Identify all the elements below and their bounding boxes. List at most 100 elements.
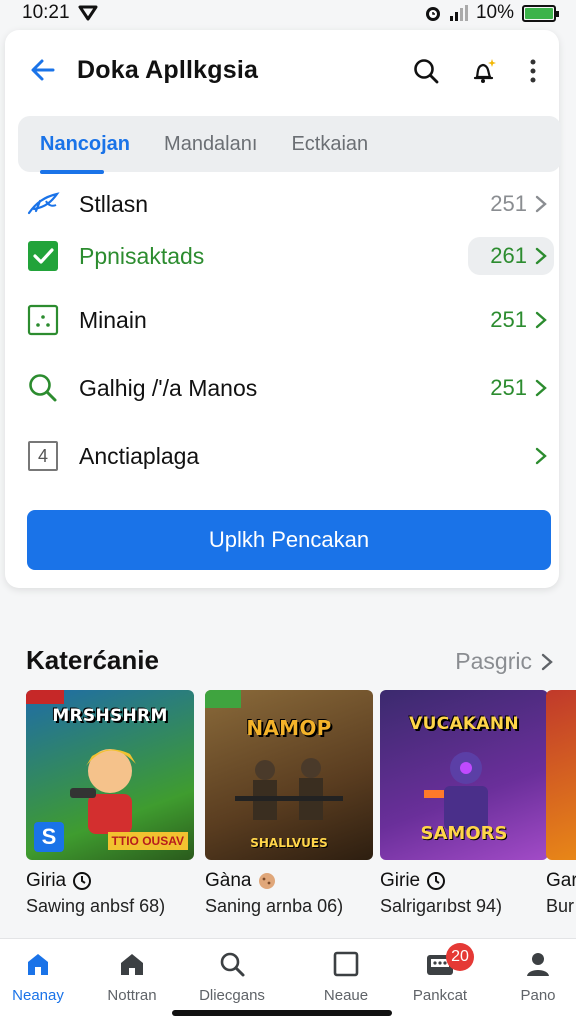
game-title: Gàna [205, 870, 252, 891]
number-box-icon: 4 [23, 436, 63, 476]
nav-item-neaue[interactable]: Neaue [298, 947, 394, 1004]
game-title-row: Gar [546, 870, 576, 892]
home-filled-icon [28, 954, 48, 975]
notification-button[interactable] [455, 54, 513, 88]
section-title: Katerćanie [26, 645, 159, 675]
chevron-right-icon [535, 247, 547, 265]
dotted-square-icon [23, 300, 63, 340]
nav-label: Neaue [323, 987, 369, 1004]
chevron-right-icon [541, 653, 553, 670]
status-time: 10:21 [22, 2, 70, 23]
tab-ectkaian[interactable]: Ectkaian [291, 116, 368, 172]
battery-icon [522, 4, 559, 22]
cookie-icon [259, 873, 276, 889]
game-title-row: Giria [26, 870, 194, 892]
list-item-label: Stllasn [79, 190, 149, 217]
thumb-title: NAMOP [246, 716, 332, 740]
tab-mandalani[interactable]: Mandalanı [164, 116, 257, 172]
thumb-tag: TTIO OUSAV [107, 832, 188, 850]
list-item-label: Galhig /'/a Manos [79, 374, 258, 401]
nav-item-pano[interactable]: Pano [490, 947, 576, 1004]
primary-action-button[interactable]: Uplkh Pencakan [27, 510, 551, 570]
tab-bar: Nancojan Mandalanı Ectkaian [18, 116, 561, 174]
page-title: Doka Apllkgsia [77, 56, 259, 84]
signal-icon [449, 5, 468, 21]
chevron-right-icon [535, 311, 547, 329]
person-icon [527, 953, 549, 976]
game-card[interactable]: Gar Bur [546, 690, 576, 917]
game-thumbnail[interactable]: VUCAKANN SAMORS [380, 690, 548, 860]
nav-item-nottran[interactable]: Nottran [84, 947, 180, 1004]
nav-label: Dliecgans [199, 987, 265, 1004]
game-card[interactable]: VUCAKANN SAMORS Girie Salrigarıbst 94) [380, 690, 548, 917]
nav-label: Neanay [12, 987, 64, 1004]
status-left: 10:21 [22, 2, 98, 24]
search-button[interactable] [397, 54, 455, 88]
tab-nancojan[interactable]: Nancojan [40, 116, 130, 174]
game-title: Giria [26, 870, 67, 891]
alarm-icon [425, 7, 440, 21]
game-card[interactable]: NAMOP SHALLVUES Gàna Saning arnba 06) [205, 690, 373, 917]
more-vert-icon [530, 59, 536, 83]
clock-icon [73, 872, 92, 890]
thumb-tag: SHALLVUES [250, 836, 328, 850]
thumb-title: VUCAKANN [409, 714, 519, 734]
status-right: 10% [424, 2, 559, 24]
list-item-label: Anctiaplaga [79, 442, 200, 469]
list-item-label: Ppnisaktads [79, 242, 205, 269]
square-icon [333, 951, 359, 977]
game-thumbnail[interactable]: MRSHSHRM S TTIO OUSAV [26, 690, 194, 860]
list-item-count: 261 [490, 243, 527, 268]
character-art [70, 749, 136, 834]
soldiers-art [235, 758, 343, 820]
nav-item-pankcat[interactable]: 20 Pankcat [392, 943, 488, 1004]
list-item[interactable]: Galhig /'/a Manos 251 [5, 358, 559, 418]
list-item[interactable]: Stllasn 251 [5, 174, 559, 234]
game-thumbnail[interactable] [546, 690, 576, 860]
game-card[interactable]: MRSHSHRM S TTIO OUSAV Giria Sawing anbsf… [26, 690, 194, 917]
chevron-right-icon [535, 195, 547, 213]
search-icon [414, 59, 439, 84]
app-actions [397, 54, 553, 88]
bell-sparkle-icon [473, 59, 496, 83]
nav-item-neanay[interactable]: Neanay [0, 947, 86, 1004]
list-item[interactable]: Ppnisaktads 261 [5, 226, 559, 286]
game-carousel: MRSHSHRM S TTIO OUSAV Giria Sawing anbsf… [26, 690, 576, 925]
list-item[interactable]: 4 Anctiaplaga [5, 426, 559, 486]
number-box-text: 4 [28, 441, 58, 471]
battery-text: 10% [475, 2, 514, 23]
thumb-title: MRSHSHRM [52, 706, 168, 726]
game-meta: Salrigarıbst 94) [380, 896, 503, 916]
home-indicator[interactable] [172, 1010, 392, 1016]
feather-icon [23, 184, 63, 224]
nav-label: Pano [520, 987, 556, 1004]
main-card: Doka Apllkgsia Nancojan Mandalanı Ectkai… [5, 30, 561, 588]
checkbox-icon [23, 236, 63, 276]
list-item-count: 251 [490, 191, 527, 216]
chevron-right-icon [535, 379, 547, 397]
chevron-right-icon [535, 447, 547, 465]
list-item[interactable]: Minain 251 [5, 290, 559, 350]
nav-label: Pankcat [412, 987, 468, 1004]
game-title: Girie [380, 870, 421, 891]
game-title: Gar [546, 870, 576, 891]
section-link-label: Pasgric [455, 648, 532, 674]
game-title-row: Gàna [205, 870, 373, 892]
status-bar: 10:21 10% [0, 0, 576, 26]
more-button[interactable] [513, 54, 553, 88]
back-arrow-icon[interactable] [29, 56, 57, 84]
nav-item-dliecgans[interactable]: Dliecgans [184, 947, 280, 1004]
clock-icon [427, 872, 446, 890]
list-item-label: Minain [79, 306, 147, 333]
vpn-icon [78, 5, 98, 21]
game-thumbnail[interactable]: NAMOP SHALLVUES [205, 690, 373, 860]
game-meta: Bur [546, 896, 575, 916]
game-title-row: Girie [380, 870, 548, 892]
list-item-count: 251 [490, 307, 527, 332]
thumb-ribbon [205, 690, 241, 708]
thumb-ribbon [26, 690, 64, 704]
search-icon [220, 952, 245, 977]
section-see-all-link[interactable]: Pasgric [455, 648, 554, 675]
home-icon [121, 954, 143, 975]
thumb-tag: SAMORS [420, 823, 508, 844]
